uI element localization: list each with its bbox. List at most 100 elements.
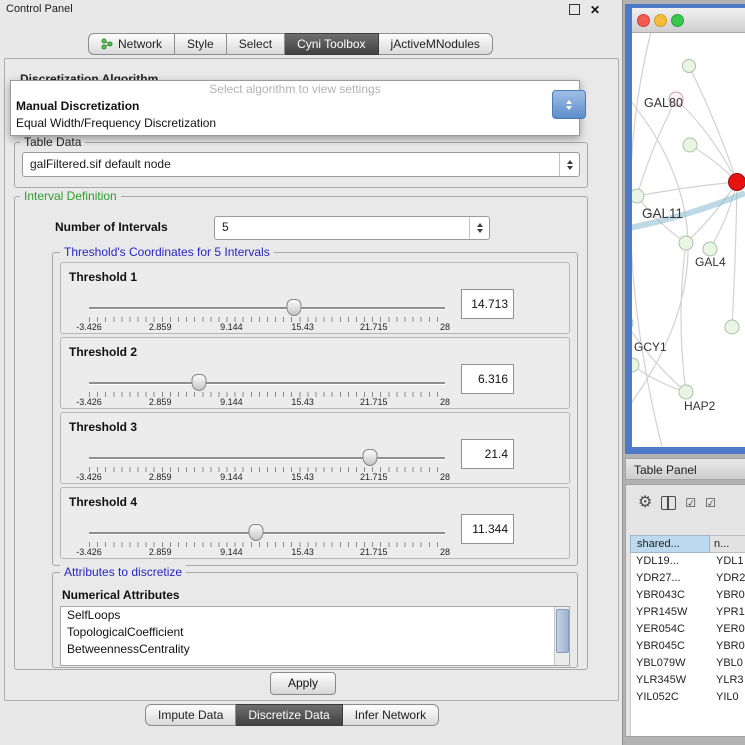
table-data-value: galFiltered.sif default node	[30, 153, 171, 176]
list-item[interactable]: TopologicalCoefficient	[61, 624, 569, 641]
cell-shared-name: YBR043C	[631, 587, 712, 604]
tab-cyni-toolbox[interactable]: Cyni Toolbox	[285, 33, 378, 55]
tab-network[interactable]: Network	[88, 33, 175, 55]
network-node[interactable]	[683, 138, 697, 152]
table-row[interactable]: YIL052C YIL0	[631, 689, 745, 706]
tab-cyni-toolbox-label: Cyni Toolbox	[297, 33, 365, 55]
select-all-checkbox-icon[interactable]: ☑	[685, 497, 696, 509]
threshold-3-slider-thumb[interactable]	[363, 449, 378, 466]
number-of-intervals-combobox[interactable]: 5	[214, 216, 490, 240]
slider-track[interactable]	[89, 307, 445, 309]
threshold-1-value-field[interactable]: 14.713	[461, 289, 514, 319]
network-node[interactable]	[632, 358, 639, 372]
table-data-combobox[interactable]: galFiltered.sif default node	[22, 152, 580, 177]
network-node[interactable]	[632, 189, 644, 203]
cell-shared-name: YER054C	[631, 621, 712, 638]
table-panel-titlebar[interactable]: Table Panel	[625, 458, 745, 480]
threshold-4-slider-thumb[interactable]	[249, 524, 264, 541]
float-icon[interactable]	[569, 4, 580, 15]
combo-spinner-icon[interactable]	[469, 217, 489, 239]
scale-label: 21.715	[360, 397, 388, 407]
network-node[interactable]	[679, 385, 693, 399]
dropdown-option-manual-discretization[interactable]: Manual Discretization	[11, 98, 579, 115]
table-panel-title: Table Panel	[626, 463, 697, 477]
scale-label: 2.859	[149, 472, 172, 482]
threshold-1-slider-thumb[interactable]	[287, 299, 302, 316]
numerical-attributes-heading: Numerical Attributes	[62, 588, 180, 602]
network-window-titlebar[interactable]	[632, 8, 745, 33]
scale-label: 9.144	[220, 397, 243, 407]
column-header-shared-name[interactable]: shared...	[630, 535, 710, 553]
selected-network-node[interactable]	[729, 174, 745, 191]
cell-shared-name: YDR27...	[631, 570, 712, 587]
algorithm-combobox-spinner[interactable]	[552, 90, 586, 119]
slider-track[interactable]	[89, 382, 445, 384]
apply-button[interactable]: Apply	[270, 672, 336, 695]
threshold-4-slider[interactable]	[89, 524, 445, 540]
screen: Control Panel ✕ Network Style Select Cyn…	[0, 0, 745, 745]
network-canvas[interactable]: GAL80 GAL11 GAL4 GCY1 HAP2	[632, 33, 745, 447]
slider-track[interactable]	[89, 532, 445, 534]
threshold-3-slider[interactable]	[89, 449, 445, 465]
tab-discretize-data[interactable]: Discretize Data	[236, 704, 342, 726]
table-row[interactable]: YBR043C YBR0	[631, 587, 745, 604]
threshold-2-value-field[interactable]: 6.316	[461, 364, 514, 394]
network-node[interactable]	[632, 316, 633, 330]
columns-icon[interactable]	[661, 496, 676, 510]
scale-label: 15.43	[291, 547, 314, 557]
scrollbar-thumb[interactable]	[556, 609, 569, 653]
list-scrollbar[interactable]	[554, 607, 569, 665]
control-panel-titlebar: Control Panel ✕	[0, 0, 622, 18]
threshold-1-label: Threshold 1	[69, 270, 137, 284]
tab-infer-network[interactable]: Infer Network	[343, 704, 439, 726]
cell-name: YBR0	[712, 587, 745, 604]
tab-jactivemnodules[interactable]: jActiveMNodules	[379, 33, 493, 55]
cell-shared-name: YIL052C	[631, 689, 712, 706]
threshold-1-slider[interactable]	[89, 299, 445, 315]
table-row[interactable]: YER054C YER0	[631, 621, 745, 638]
node-label: GCY1	[634, 340, 667, 354]
table-row[interactable]: YLR345W YLR3	[631, 672, 745, 689]
tab-impute-data[interactable]: Impute Data	[145, 704, 236, 726]
table-row[interactable]: YBL079W YBL0	[631, 655, 745, 672]
scale-label: 28	[440, 547, 450, 557]
tab-style[interactable]: Style	[175, 33, 227, 55]
tab-select[interactable]: Select	[227, 33, 285, 55]
minimize-traffic-light-icon[interactable]	[654, 14, 667, 27]
list-item[interactable]: BetweennessCentrality	[61, 641, 569, 658]
zoom-traffic-light-icon[interactable]	[671, 14, 684, 27]
network-node[interactable]	[725, 320, 739, 334]
threshold-2-slider-thumb[interactable]	[192, 374, 207, 391]
column-header-name[interactable]: n...	[710, 535, 745, 553]
close-icon[interactable]: ✕	[590, 1, 600, 19]
gear-icon[interactable]: ⚙	[638, 495, 652, 511]
slider-track[interactable]	[89, 457, 445, 459]
cell-name: YLR3	[712, 672, 745, 689]
node-label: HAP2	[684, 399, 716, 413]
list-item[interactable]: SelfLoops	[61, 607, 569, 624]
tab-network-label: Network	[118, 33, 162, 55]
cell-name: YDR2	[712, 570, 745, 587]
table-row[interactable]: YBR045C YBR0	[631, 638, 745, 655]
scale-label: 28	[440, 472, 450, 482]
table-row[interactable]: YDL19... YDL1	[631, 553, 745, 570]
combo-spinner-icon[interactable]	[559, 153, 579, 176]
table-row[interactable]: YDR27... YDR2	[631, 570, 745, 587]
scale-label: -3.426	[76, 547, 102, 557]
top-tab-bar: Network Style Select Cyni Toolbox jActiv…	[88, 33, 493, 55]
table-panel: ⚙ ☑ ☑ shared... n... YDL19... YDL1 YDR27…	[625, 484, 745, 737]
dropdown-placeholder: Select algorithm to view settings	[11, 81, 579, 98]
cell-name: YIL0	[712, 689, 745, 706]
threshold-2-slider[interactable]	[89, 374, 445, 390]
network-node[interactable]	[703, 242, 717, 256]
threshold-3-value-field[interactable]: 21.4	[461, 439, 514, 469]
network-node[interactable]	[683, 60, 696, 73]
dropdown-option-equal-width-frequency[interactable]: Equal Width/Frequency Discretization	[11, 115, 579, 132]
node-table: shared... n... YDL19... YDL1 YDR27... YD…	[630, 535, 745, 736]
close-traffic-light-icon[interactable]	[637, 14, 650, 27]
network-node[interactable]	[679, 236, 693, 250]
table-row[interactable]: YPR145W YPR1	[631, 604, 745, 621]
scale-label: 15.43	[291, 397, 314, 407]
select-checkbox-icon[interactable]: ☑	[705, 497, 716, 509]
threshold-4-value-field[interactable]: 11.344	[461, 514, 514, 544]
